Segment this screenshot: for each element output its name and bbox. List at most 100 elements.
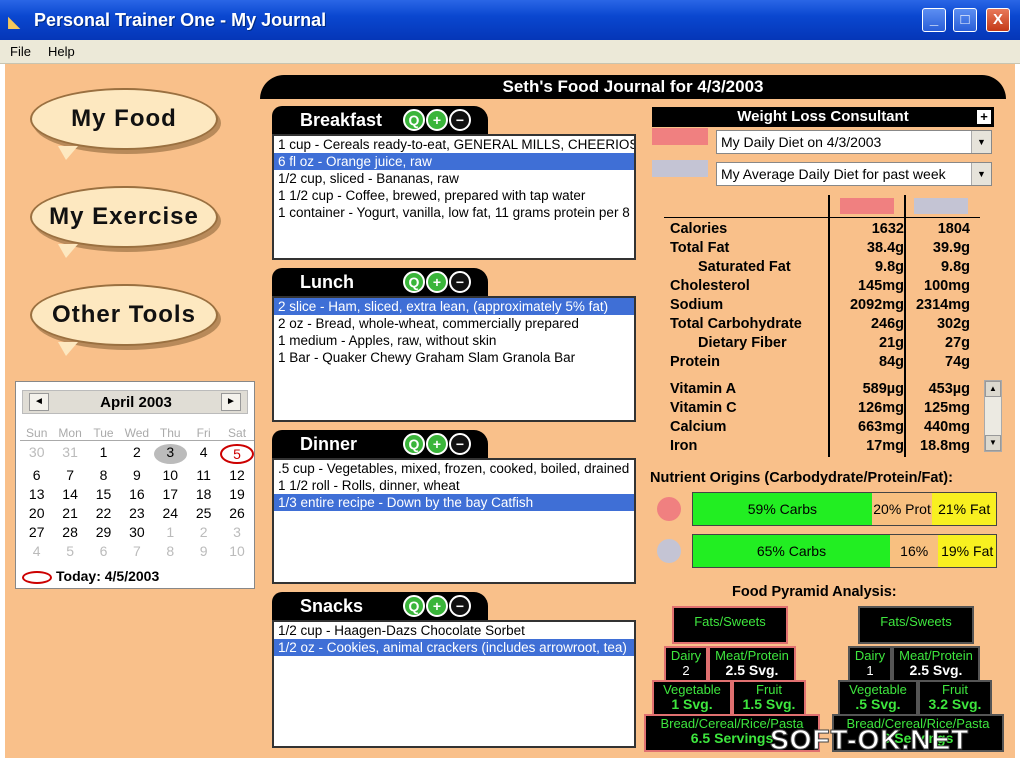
calendar-today[interactable]: Today: 4/5/2003 bbox=[22, 568, 159, 584]
pyramid-dairy[interactable]: Dairy 1 bbox=[848, 646, 892, 684]
calendar-day[interactable]: 31 bbox=[53, 444, 86, 464]
calendar-day[interactable]: 8 bbox=[87, 467, 120, 483]
dinner-remove-button[interactable]: − bbox=[449, 433, 471, 455]
calendar-day[interactable]: 4 bbox=[20, 543, 53, 559]
calendar-day[interactable]: 5 bbox=[53, 543, 86, 559]
list-item[interactable]: 2 oz - Bread, whole-wheat, commercially … bbox=[274, 315, 634, 332]
breakfast-remove-button[interactable]: − bbox=[449, 109, 471, 131]
list-item[interactable]: 1 medium - Apples, raw, without skin bbox=[274, 332, 634, 349]
pyramid-meat[interactable]: Meat/Protein 2.5 Svg. bbox=[708, 646, 796, 684]
calendar-day[interactable]: 4 bbox=[187, 444, 220, 464]
menu-help[interactable]: Help bbox=[48, 44, 75, 59]
calendar-day[interactable]: 20 bbox=[20, 505, 53, 521]
calendar-day[interactable]: 30 bbox=[120, 524, 153, 540]
nutrient-scrollbar[interactable]: ▲ ▼ bbox=[984, 380, 1002, 452]
snacks-list[interactable]: 1/2 cup - Haagen-Dazs Chocolate Sorbet 1/… bbox=[272, 620, 636, 748]
pyramid-fats-sweets[interactable]: Fats/Sweets bbox=[672, 606, 788, 644]
calendar-day[interactable]: 15 bbox=[87, 486, 120, 502]
calendar-day[interactable]: 6 bbox=[87, 543, 120, 559]
calendar-day[interactable]: 10 bbox=[154, 467, 187, 483]
list-item[interactable]: 1/3 entire recipe - Down by the bay Catf… bbox=[274, 494, 634, 511]
breakfast-list[interactable]: 1 cup - Cereals ready-to-eat, GENERAL MI… bbox=[272, 134, 636, 260]
calendar-day[interactable]: 3 bbox=[220, 524, 253, 540]
pyramid-meat[interactable]: Meat/Protein 2.5 Svg. bbox=[892, 646, 980, 684]
close-button[interactable]: X bbox=[986, 8, 1010, 32]
calendar-day[interactable]: 6 bbox=[20, 467, 53, 483]
snacks-add-button[interactable]: + bbox=[426, 595, 448, 617]
consultant-expand-button[interactable]: + bbox=[977, 110, 991, 124]
calendar-day[interactable]: 14 bbox=[53, 486, 86, 502]
calendar-day[interactable]: 25 bbox=[187, 505, 220, 521]
chevron-down-icon[interactable]: ▼ bbox=[971, 131, 991, 153]
calendar-day[interactable]: 1 bbox=[154, 524, 187, 540]
pyramid-fats-sweets[interactable]: Fats/Sweets bbox=[858, 606, 974, 644]
calendar-day[interactable]: 17 bbox=[154, 486, 187, 502]
list-item[interactable]: 1 1/2 roll - Rolls, dinner, wheat bbox=[274, 477, 634, 494]
calendar-day[interactable]: 30 bbox=[20, 444, 53, 464]
calendar-day[interactable]: 12 bbox=[220, 467, 253, 483]
calendar-day[interactable]: 8 bbox=[154, 543, 187, 559]
list-item[interactable]: 1 cup - Cereals ready-to-eat, GENERAL MI… bbox=[274, 136, 634, 153]
list-item[interactable]: 1/2 cup, sliced - Bananas, raw bbox=[274, 170, 634, 187]
dinner-list[interactable]: .5 cup - Vegetables, mixed, frozen, cook… bbox=[272, 458, 636, 584]
calendar-day[interactable]: 9 bbox=[187, 543, 220, 559]
calendar-day[interactable]: 21 bbox=[53, 505, 86, 521]
calendar-day[interactable]: 7 bbox=[120, 543, 153, 559]
my-exercise-button[interactable]: My Exercise bbox=[30, 186, 218, 258]
calendar-day[interactable]: 11 bbox=[187, 467, 220, 483]
my-food-button[interactable]: My Food bbox=[30, 88, 218, 160]
calendar-day[interactable]: 29 bbox=[87, 524, 120, 540]
calendar-day[interactable]: 27 bbox=[20, 524, 53, 540]
maximize-button[interactable]: □ bbox=[953, 8, 977, 32]
average-diet-select[interactable]: My Average Daily Diet for past week ▼ bbox=[716, 162, 992, 186]
list-item[interactable]: 1 container - Yogurt, vanilla, low fat, … bbox=[274, 204, 634, 221]
minimize-button[interactable]: _ bbox=[922, 8, 946, 32]
menu-file[interactable]: File bbox=[10, 44, 31, 59]
calendar-day[interactable]: 23 bbox=[120, 505, 153, 521]
calendar-prev-button[interactable]: ◄ bbox=[29, 393, 49, 411]
calendar-day[interactable]: 13 bbox=[20, 486, 53, 502]
calendar-day[interactable]: 2 bbox=[120, 444, 153, 464]
calendar-day[interactable]: 22 bbox=[87, 505, 120, 521]
lunch-list[interactable]: 2 slice - Ham, sliced, extra lean, (appr… bbox=[272, 296, 636, 422]
calendar-day[interactable]: 1 bbox=[87, 444, 120, 464]
list-item[interactable]: 1/2 cup - Haagen-Dazs Chocolate Sorbet bbox=[274, 622, 634, 639]
scroll-down-button[interactable]: ▼ bbox=[985, 435, 1001, 451]
lunch-remove-button[interactable]: − bbox=[449, 271, 471, 293]
calendar-day[interactable]: 18 bbox=[187, 486, 220, 502]
calendar-day[interactable]: 9 bbox=[120, 467, 153, 483]
list-item[interactable]: .5 cup - Vegetables, mixed, frozen, cook… bbox=[274, 460, 634, 477]
dinner-add-button[interactable]: + bbox=[426, 433, 448, 455]
pyramid-dairy[interactable]: Dairy 2 bbox=[664, 646, 708, 684]
list-item[interactable]: 1 Bar - Quaker Chewy Graham Slam Granola… bbox=[274, 349, 634, 366]
snacks-query-button[interactable]: Q bbox=[403, 595, 425, 617]
calendar-day[interactable]: 10 bbox=[220, 543, 253, 559]
lunch-add-button[interactable]: + bbox=[426, 271, 448, 293]
calendar-day[interactable]: 19 bbox=[220, 486, 253, 502]
breakfast-query-button[interactable]: Q bbox=[403, 109, 425, 131]
calendar-day[interactable]: 24 bbox=[154, 505, 187, 521]
list-item[interactable]: 1 1/2 cup - Coffee, brewed, prepared wit… bbox=[274, 187, 634, 204]
calendar-next-button[interactable]: ► bbox=[221, 393, 241, 411]
calendar-day[interactable]: 2 bbox=[187, 524, 220, 540]
chevron-down-icon[interactable]: ▼ bbox=[971, 163, 991, 185]
breakfast-add-button[interactable]: + bbox=[426, 109, 448, 131]
pyramid-fruit[interactable]: Fruit 3.2 Svg. bbox=[918, 680, 992, 716]
calendar-day[interactable]: 16 bbox=[120, 486, 153, 502]
calendar-day[interactable]: 7 bbox=[53, 467, 86, 483]
dinner-query-button[interactable]: Q bbox=[403, 433, 425, 455]
list-item[interactable]: 1/2 oz - Cookies, animal crackers (inclu… bbox=[274, 639, 634, 656]
daily-diet-select[interactable]: My Daily Diet on 4/3/2003 ▼ bbox=[716, 130, 992, 154]
pyramid-vegetable[interactable]: Vegetable 1 Svg. bbox=[652, 680, 732, 716]
lunch-query-button[interactable]: Q bbox=[403, 271, 425, 293]
pyramid-fruit[interactable]: Fruit 1.5 Svg. bbox=[732, 680, 806, 716]
calendar-day[interactable]: 26 bbox=[220, 505, 253, 521]
calendar-day[interactable]: 5 bbox=[220, 444, 254, 464]
other-tools-button[interactable]: Other Tools bbox=[30, 284, 218, 356]
pyramid-vegetable[interactable]: Vegetable .5 Svg. bbox=[838, 680, 918, 716]
calendar-day[interactable]: 28 bbox=[53, 524, 86, 540]
list-item[interactable]: 6 fl oz - Orange juice, raw bbox=[274, 153, 634, 170]
calendar-day[interactable]: 3 bbox=[153, 444, 187, 464]
snacks-remove-button[interactable]: − bbox=[449, 595, 471, 617]
list-item[interactable]: 2 slice - Ham, sliced, extra lean, (appr… bbox=[274, 298, 634, 315]
